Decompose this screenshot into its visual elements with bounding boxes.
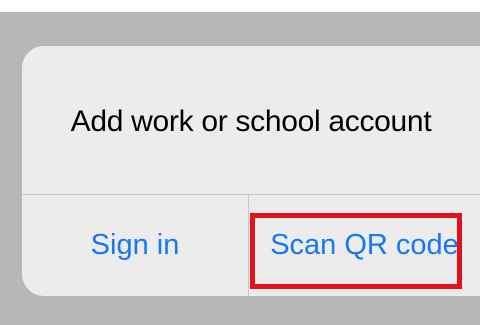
add-account-dialog: Add work or school account Sign in Scan … — [22, 46, 480, 296]
scan-qr-code-button[interactable]: Scan QR code — [249, 195, 480, 296]
dialog-title: Add work or school account — [70, 105, 432, 138]
sign-in-button[interactable]: Sign in — [22, 195, 248, 296]
